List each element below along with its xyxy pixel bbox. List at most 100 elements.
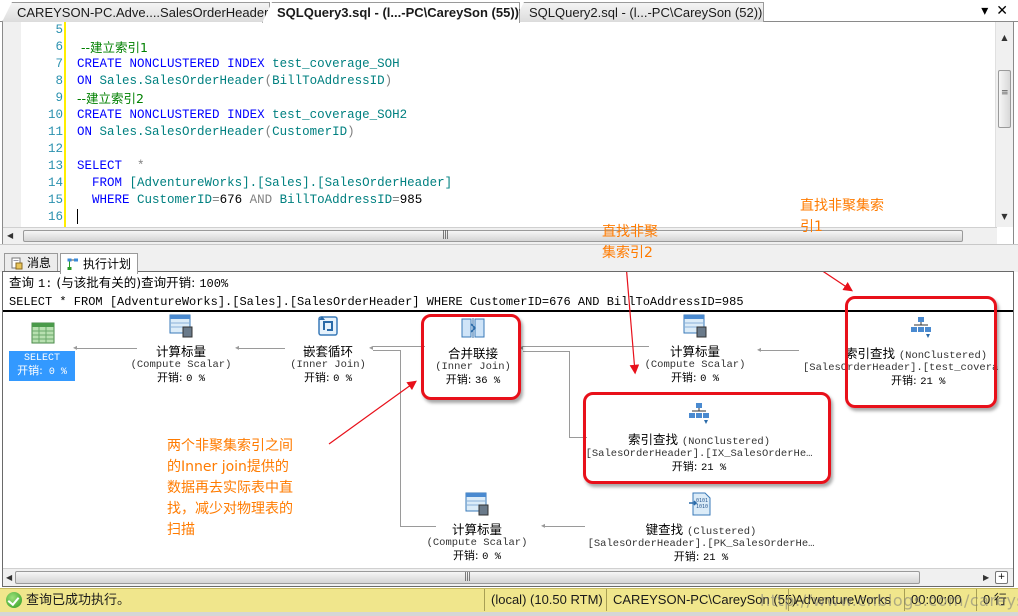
connector — [761, 350, 799, 351]
plan-node-key-lookup[interactable]: 0101 1010 键查找 (Clustered) [SalesOrderHea… — [581, 492, 821, 565]
highlight-index-seek-2 — [583, 392, 831, 484]
operator: ( — [264, 74, 273, 88]
code-line-14: FROM [AdventureWorks].[Sales].[SalesOrde… — [77, 175, 452, 192]
batch-cost-label: (与该批有关的)查询开销: — [56, 275, 196, 290]
identifier: Sales.SalesOrderHeader — [99, 74, 265, 88]
keyword: ON — [77, 74, 93, 88]
identifier: BillToAddressID — [279, 193, 393, 207]
connector — [239, 348, 285, 349]
editor-vertical-scrollbar[interactable]: ▲ ≡ ▼ — [995, 22, 1013, 227]
query-label: 查询 — [9, 275, 35, 290]
operator: ) — [347, 125, 355, 139]
keyword: INDEX — [227, 108, 265, 122]
scrollbar-thumb[interactable]: ||| — [15, 571, 920, 584]
scroll-right-icon[interactable]: ▶ — [983, 570, 989, 586]
tab-sqlquery2[interactable]: SQLQuery2.sql - (l...-PC\CareySon (52)) — [514, 2, 764, 22]
node-object: [SalesOrderHeader].[PK_SalesOrderHe… — [587, 538, 815, 550]
keyword: NONCLUSTERED — [129, 108, 220, 122]
line-numbers: 5 6 7 8 9 10 11 12 13 14 15 16 — [21, 22, 63, 227]
document-tab-strip: CAREYSON-PC.Adve....SalesOrderHeader SQL… — [0, 0, 1018, 23]
keyword: NONCLUSTERED — [129, 57, 220, 71]
tab-label: 执行计划 — [83, 256, 132, 271]
line-number: 13 — [47, 159, 63, 173]
keyword: INDEX — [227, 57, 265, 71]
node-name-line: 键查找 (Clustered) — [581, 523, 821, 539]
close-icon[interactable]: ✕ — [996, 3, 1008, 19]
plan-node-select[interactable]: SELECT 开销: 0 % — [9, 322, 77, 381]
connector — [545, 526, 585, 527]
scroll-left-icon[interactable]: ◀ — [6, 570, 12, 586]
scroll-up-icon[interactable]: ▲ — [996, 30, 1013, 46]
select-label: SELECT 开销: 0 % — [9, 351, 75, 381]
identifier: [AdventureWorks].[Sales].[SalesOrderHead… — [129, 176, 453, 190]
scrollbar-thumb[interactable]: ≡ — [998, 70, 1011, 128]
tab-sqlquery3[interactable]: SQLQuery3.sql - (l...-PC\CareySon (55))* — [262, 2, 520, 23]
identifier: test_coverage_SOH2 — [272, 108, 408, 122]
node-cost: 0 % — [186, 373, 206, 385]
node-physical-op: (Compute Scalar) — [426, 537, 528, 549]
change-tracking-bar — [64, 22, 66, 227]
keyword: CREATE — [77, 108, 123, 122]
code-line-8: ON Sales.SalesOrderHeader(BillToAddressI… — [77, 73, 392, 90]
line-number: 14 — [47, 176, 63, 190]
arrow-icon: ◂ — [541, 521, 546, 530]
keyword: CREATE — [77, 57, 123, 71]
line-number: 11 — [47, 125, 63, 139]
line-number: 7 — [55, 57, 63, 71]
highlight-index-seek-1 — [845, 296, 997, 408]
operator: = — [212, 193, 220, 207]
tab-table-salesorderheader[interactable]: CAREYSON-PC.Adve....SalesOrderHeader — [2, 2, 270, 22]
tab-execution-plan[interactable]: 执行计划 — [60, 253, 139, 274]
window-bottom-edge — [0, 612, 1018, 616]
highlight-merge-join — [421, 314, 521, 400]
node-cost: 0 % — [48, 367, 67, 378]
operator: AND — [249, 193, 273, 207]
node-cost-line: 开销: 0 % — [121, 371, 241, 386]
execution-plan-pane[interactable]: 查询 1: (与该批有关的)查询开销: 100% SELECT * FROM [… — [2, 271, 1014, 587]
annotation-explanation: 两个非聚集索引之间 的Inner join提供的 数据再去实际表中直 找，减少对… — [167, 438, 293, 538]
plan-node-compute-scalar[interactable]: 计算标量 (Compute Scalar) 开销: 0 % — [121, 314, 241, 386]
plan-node-compute-scalar[interactable]: 计算标量 (Compute Scalar) 开销: 0 % — [635, 314, 755, 386]
code-line-11: ON Sales.SalesOrderHeader(CustomerID) — [77, 124, 355, 141]
editor-gutter — [3, 22, 21, 227]
node-cost: 0 % — [700, 373, 720, 385]
tab-controls: ▾ ✕ — [981, 3, 1008, 19]
cost-label: 开销: — [156, 371, 183, 384]
identifier: Sales.SalesOrderHeader — [99, 125, 265, 139]
plan-node-compute-scalar[interactable]: 计算标量 (Compute Scalar) 开销: 0 % — [417, 492, 537, 564]
plan-node-nested-loops[interactable]: 嵌套循环 (Inner Join) 开销: 0 % — [283, 314, 373, 386]
line-number: 10 — [47, 108, 63, 122]
keyword: SELECT — [77, 159, 123, 173]
identifier: CustomerID — [272, 125, 348, 139]
status-bar: 查询已成功执行。 (local) (10.50 RTM) CAREYSON-PC… — [0, 588, 1018, 612]
number: 985 — [399, 193, 423, 207]
nested-loops-icon — [318, 316, 338, 336]
node-physical-op: (Compute Scalar) — [130, 359, 232, 371]
scroll-left-icon[interactable]: ◀ — [7, 228, 13, 244]
tab-messages[interactable]: 消息 — [4, 253, 59, 273]
arrow-to-merge-join — [328, 380, 417, 445]
line-number: 16 — [47, 210, 63, 224]
node-cost-line: 开销: 0 % — [635, 371, 755, 386]
query-cost-line: 查询 1: (与该批有关的)查询开销: 100% — [9, 274, 744, 293]
connector — [523, 346, 649, 347]
scroll-down-icon[interactable]: ▼ — [996, 209, 1013, 225]
connector — [400, 350, 401, 526]
plan-horizontal-scrollbar[interactable]: ◀ ||| ▶ + — [3, 568, 1013, 586]
tab-dropdown-icon[interactable]: ▾ — [981, 3, 988, 19]
status-server: (local) (10.50 RTM) — [484, 589, 603, 611]
cost-label: 开销: — [17, 364, 43, 377]
operator: ( — [264, 125, 273, 139]
node-physical-op: (Compute Scalar) — [644, 359, 746, 371]
keyword: WHERE — [92, 193, 130, 207]
zoom-to-fit-button[interactable]: + — [995, 571, 1008, 584]
node-name: 计算标量 — [155, 344, 206, 359]
status-message: 查询已成功执行。 — [26, 592, 131, 607]
batch-cost-value: 100% — [199, 277, 229, 291]
keyword: FROM — [92, 176, 123, 190]
connector — [373, 350, 401, 351]
node-name: 嵌套循环 — [302, 344, 353, 359]
operator: ) — [384, 74, 393, 88]
query-statement: SELECT * FROM [AdventureWorks].[Sales].[… — [9, 295, 744, 309]
node-cost: 21 % — [703, 552, 729, 564]
